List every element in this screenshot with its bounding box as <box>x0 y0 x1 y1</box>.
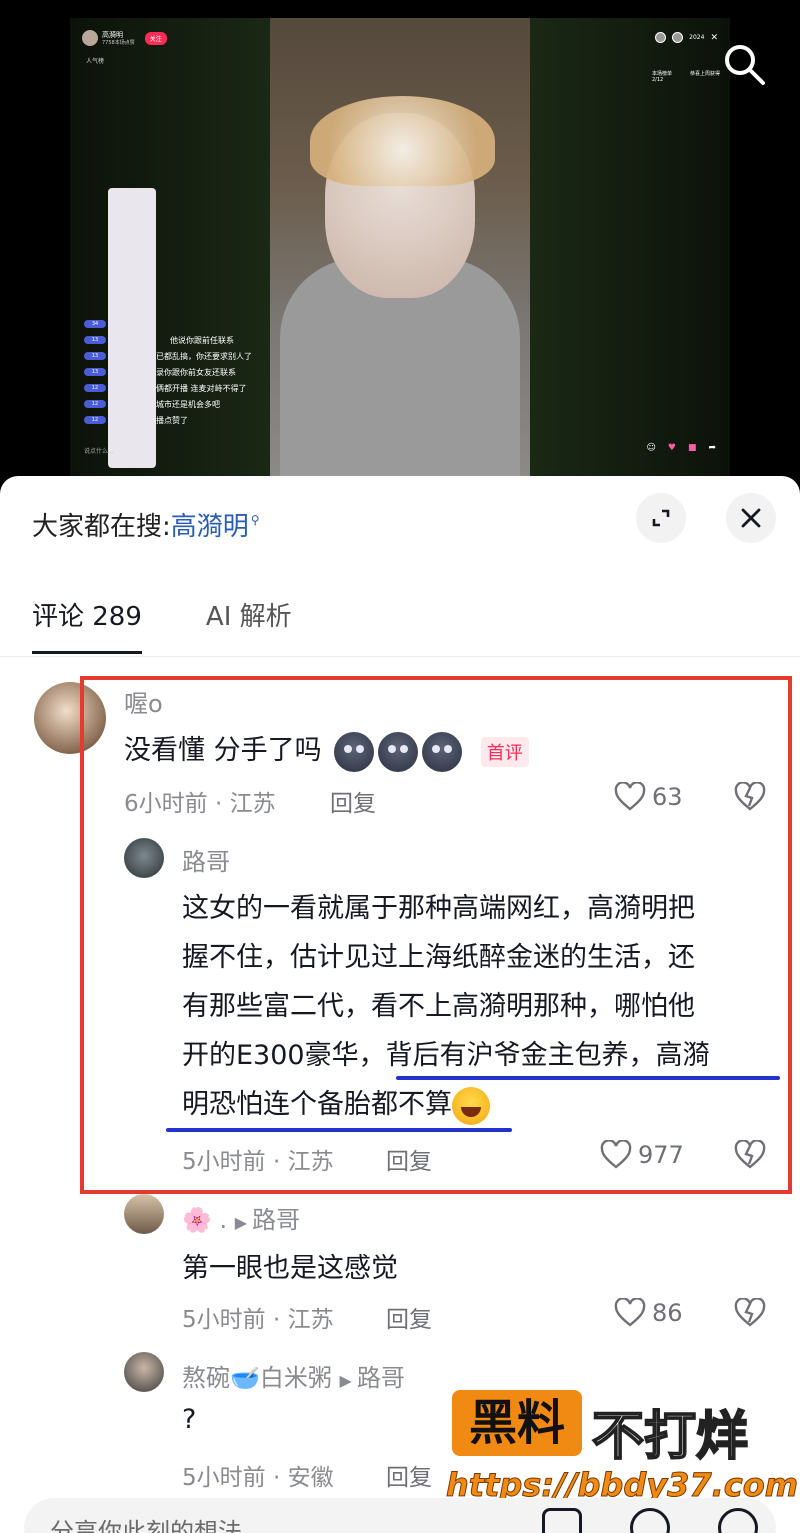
like-button[interactable]: 86 <box>614 1298 683 1328</box>
chat-text: 播点赞了 <box>156 415 188 425</box>
level-badge: 13 <box>84 336 106 344</box>
comment-meta: 5小时前 · 安徽 <box>182 1465 334 1491</box>
input-icons <box>542 1508 758 1533</box>
heart-icon[interactable]: ♥ <box>668 443 676 453</box>
stat-left-label: 本场榜单 <box>651 71 672 77</box>
search-icon[interactable] <box>722 42 766 86</box>
reply-username[interactable]: 🌸 . <box>182 1206 227 1234</box>
broken-heart-icon[interactable] <box>734 1298 766 1328</box>
trending-search-prefix: 大家都在搜: <box>32 512 171 542</box>
gift-icon[interactable]: ■ <box>688 443 697 453</box>
live-chat: 34 13 他说你跟前任联系 13 已都乱搞，你还要求别人了 13 录你跟你前女友还联… <box>84 318 304 430</box>
watermark-box: 黑料 <box>452 1390 582 1456</box>
chat-row: 13 他说你跟前任联系 <box>84 334 304 346</box>
at-icon[interactable] <box>630 1508 670 1533</box>
level-badge: 12 <box>84 400 106 408</box>
tab-comments[interactable]: 评论 289 <box>32 596 142 654</box>
annotation-red-box <box>80 676 792 1194</box>
close-live-icon[interactable]: ✕ <box>710 33 718 43</box>
heart-outline-icon <box>614 1298 646 1327</box>
comment-username: 熬碗🥣白米粥 ▶ 路哥 <box>182 1358 405 1393</box>
reply-username[interactable]: 熬碗🥣白米粥 <box>182 1364 332 1392</box>
streamer-text: 高漪明 7758本场点赞 <box>102 31 135 46</box>
chat-text: 录你跟你前女友还联系 <box>156 367 236 377</box>
live-stats: 本场榜单 2/12 恭喜上周获得 <box>652 70 720 83</box>
level-badge: 13 <box>84 352 106 360</box>
live-action-icons: ☺ ♥ ■ ➦ <box>646 443 716 453</box>
chat-text: 俩都开播 连麦对峙不得了 <box>156 383 247 393</box>
chat-row: 13 录你跟你前女友还联系 <box>84 366 304 378</box>
share-icon[interactable]: ➦ <box>708 443 716 453</box>
chat-text: 已都乱搞，你还要求别人了 <box>156 351 252 361</box>
close-button[interactable] <box>726 493 776 543</box>
chat-row: 13 已都乱搞，你还要求别人了 <box>84 350 304 362</box>
chat-row: 12 播点赞了 <box>84 414 304 426</box>
chat-text: 城市还是机会多吧 <box>156 399 220 409</box>
reply-arrow-icon: ▶ <box>234 1213 253 1232</box>
avatar[interactable] <box>124 1194 164 1234</box>
level-badge: 34 <box>84 320 106 328</box>
trending-search-term[interactable]: 高漪明 <box>171 506 249 543</box>
follow-button[interactable]: 关注 <box>144 31 167 45</box>
watermark-text: 不打烊 <box>591 1406 749 1468</box>
viewer-info[interactable]: 2024 ✕ <box>655 32 718 43</box>
video-frame[interactable]: 高漪明 7758本场点赞 关注 人气榜 2024 ✕ 本场榜单 2/12 恭喜上… <box>70 18 730 476</box>
reply-arrow-icon: ▶ <box>339 1371 357 1390</box>
comment-sheet: 大家都在搜: 高漪明 ⚲ 评论 289 AI 解析 喔o 没看懂 分手了吗 首评… <box>0 476 800 1533</box>
live-video-area[interactable]: 高漪明 7758本场点赞 关注 人气榜 2024 ✕ 本场榜单 2/12 恭喜上… <box>0 0 800 510</box>
trending-search[interactable]: 大家都在搜: 高漪明 ⚲ <box>32 506 260 543</box>
popular-rank-label[interactable]: 人气榜 <box>86 56 104 65</box>
chat-row: 12 俩都开播 连麦对峙不得了 <box>84 382 304 394</box>
comment-username: 🌸 . ▶ 路哥 <box>182 1200 300 1235</box>
streamer-hair <box>310 96 495 186</box>
viewer-count: 2024 <box>689 34 705 41</box>
expand-icon <box>652 509 670 527</box>
live-chat-input[interactable]: 说点什么... <box>84 446 114 455</box>
viewer-avatar <box>655 32 667 43</box>
stat-left: 本场榜单 2/12 <box>652 70 672 83</box>
streamer-avatar[interactable] <box>82 30 98 46</box>
stat-right-label: 恭喜上周获得 <box>689 71 720 77</box>
video-background-right <box>530 18 730 476</box>
stat-left-value: 2/12 <box>651 77 664 83</box>
like-count: 86 <box>652 1299 683 1327</box>
reply-button[interactable]: 回复 <box>386 1300 432 1334</box>
comment-text: ? <box>182 1404 197 1435</box>
comment-input[interactable]: 分享你此刻的想法 <box>24 1498 776 1533</box>
chat-row: 12 城市还是机会多吧 <box>84 398 304 410</box>
level-badge: 12 <box>84 416 106 424</box>
streamer-name: 高漪明 <box>102 30 123 39</box>
close-icon <box>741 508 761 528</box>
avatar[interactable] <box>124 1352 164 1392</box>
emoji-icon[interactable] <box>718 1508 758 1533</box>
streamer-info[interactable]: 高漪明 7758本场点赞 关注 <box>82 30 167 46</box>
emoji-icon[interactable]: ☺ <box>646 443 655 453</box>
level-badge: 12 <box>84 384 106 392</box>
streamer-image <box>270 18 530 476</box>
tab-ai-analysis[interactable]: AI 解析 <box>206 596 292 654</box>
tab-divider <box>0 656 800 657</box>
comment-text: 第一眼也是这感觉 <box>182 1253 398 1284</box>
expand-button[interactable] <box>636 493 686 543</box>
streamer-sub: 7758本场点赞 <box>102 39 135 46</box>
comment-input-placeholder: 分享你此刻的想法 <box>50 1518 242 1533</box>
comment-tabs: 评论 289 AI 解析 <box>32 596 292 654</box>
level-badge: 13 <box>84 368 106 376</box>
chat-text: 他说你跟前任联系 <box>170 335 234 345</box>
chat-row: 34 <box>84 318 304 330</box>
reply-to-username[interactable]: 路哥 <box>357 1364 405 1392</box>
reply-button[interactable]: 回复 <box>386 1458 432 1492</box>
viewer-avatar <box>672 32 684 43</box>
comment-meta: 5小时前 · 江苏 <box>182 1307 334 1333</box>
image-icon[interactable] <box>542 1508 582 1533</box>
reply-to-username[interactable]: 路哥 <box>252 1206 300 1234</box>
search-small-icon: ⚲ <box>250 512 260 527</box>
